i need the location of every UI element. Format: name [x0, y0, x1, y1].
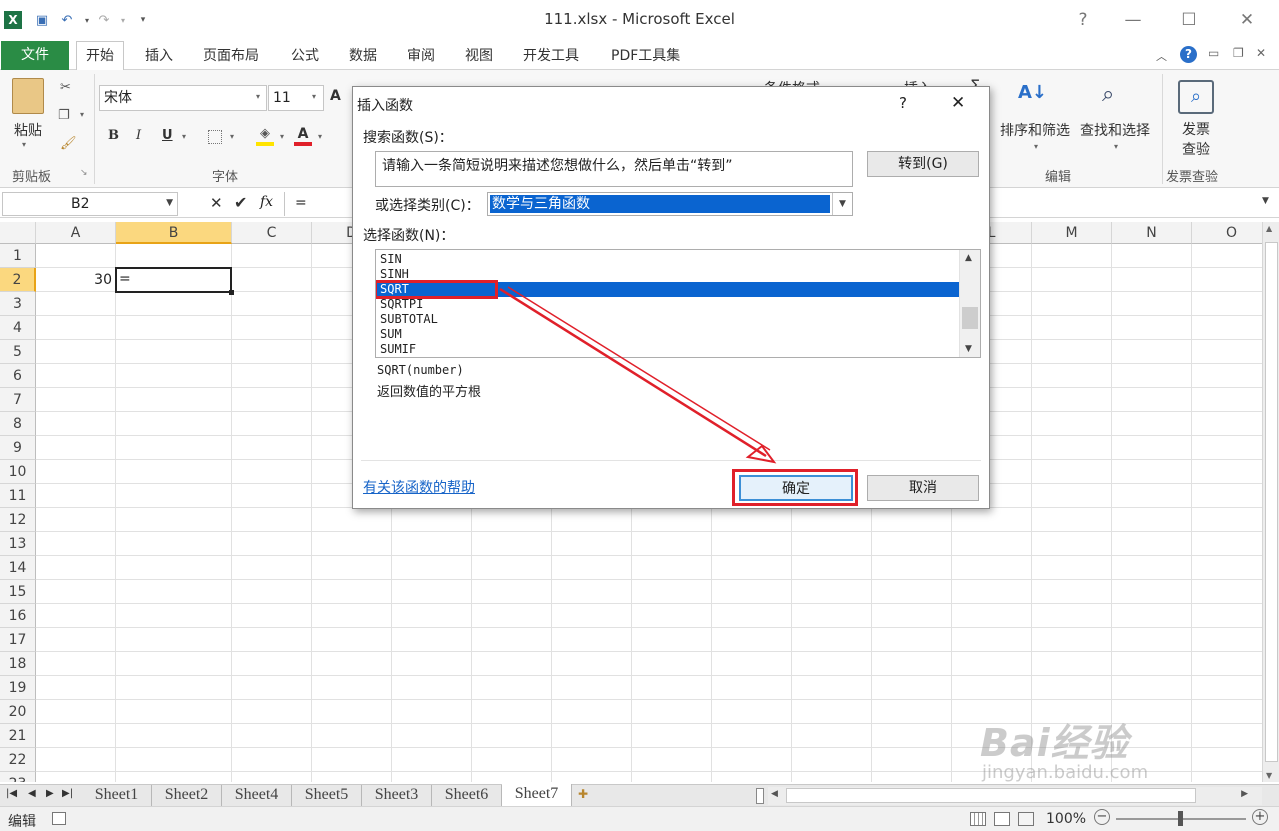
annotation-arrow-shaft-2 [507, 286, 771, 451]
annotation-arrow [499, 286, 777, 464]
annotation-arrow-shaft [499, 287, 767, 458]
